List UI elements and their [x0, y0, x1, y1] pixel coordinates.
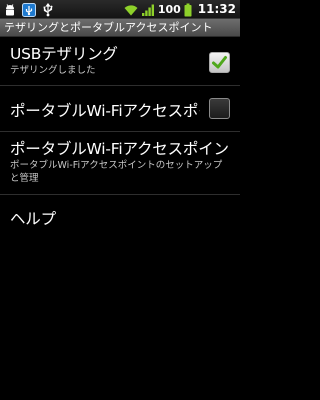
- status-bar: 100 11:32: [0, 0, 240, 19]
- check-icon: [212, 56, 227, 69]
- item-summary: ポータブルWi-Fiアクセスポイントのセットアップと管理: [10, 160, 223, 184]
- clock: 11:32: [197, 2, 236, 16]
- item-title: ポータブルWi-Fiアクセスポイントの設定: [10, 140, 230, 158]
- item-title: ポータブルWi-Fiアクセスポイント: [10, 102, 200, 120]
- battery-icon: [184, 2, 192, 17]
- item-summary: テザリングしました: [10, 65, 96, 76]
- help-item[interactable]: ヘルプ: [0, 195, 240, 239]
- usb-icon: [41, 2, 55, 17]
- portable-wifi-hotspot-checkbox[interactable]: [209, 98, 230, 119]
- battery-percent: 100: [157, 2, 181, 16]
- android-notification-icon: [3, 2, 17, 16]
- screen-title: テザリングとポータブルアクセスポイント: [0, 19, 240, 37]
- usb-tethering-checkbox[interactable]: [209, 52, 230, 73]
- usb-tethering-item[interactable]: USBテザリング テザリングしました: [0, 37, 240, 86]
- usb-tethering-icon: [22, 2, 36, 17]
- item-title: ヘルプ: [10, 210, 56, 228]
- item-title: USBテザリング: [10, 45, 118, 63]
- wifi-icon: [124, 2, 138, 16]
- hotspot-settings-item[interactable]: ポータブルWi-Fiアクセスポイントの設定 ポータブルWi-Fiアクセスポイント…: [0, 132, 240, 195]
- settings-list: USBテザリング テザリングしました ポータブルWi-Fiアクセスポイント ポー…: [0, 37, 240, 239]
- signal-strength-icon: [141, 2, 155, 16]
- portable-wifi-hotspot-item[interactable]: ポータブルWi-Fiアクセスポイント: [0, 86, 240, 132]
